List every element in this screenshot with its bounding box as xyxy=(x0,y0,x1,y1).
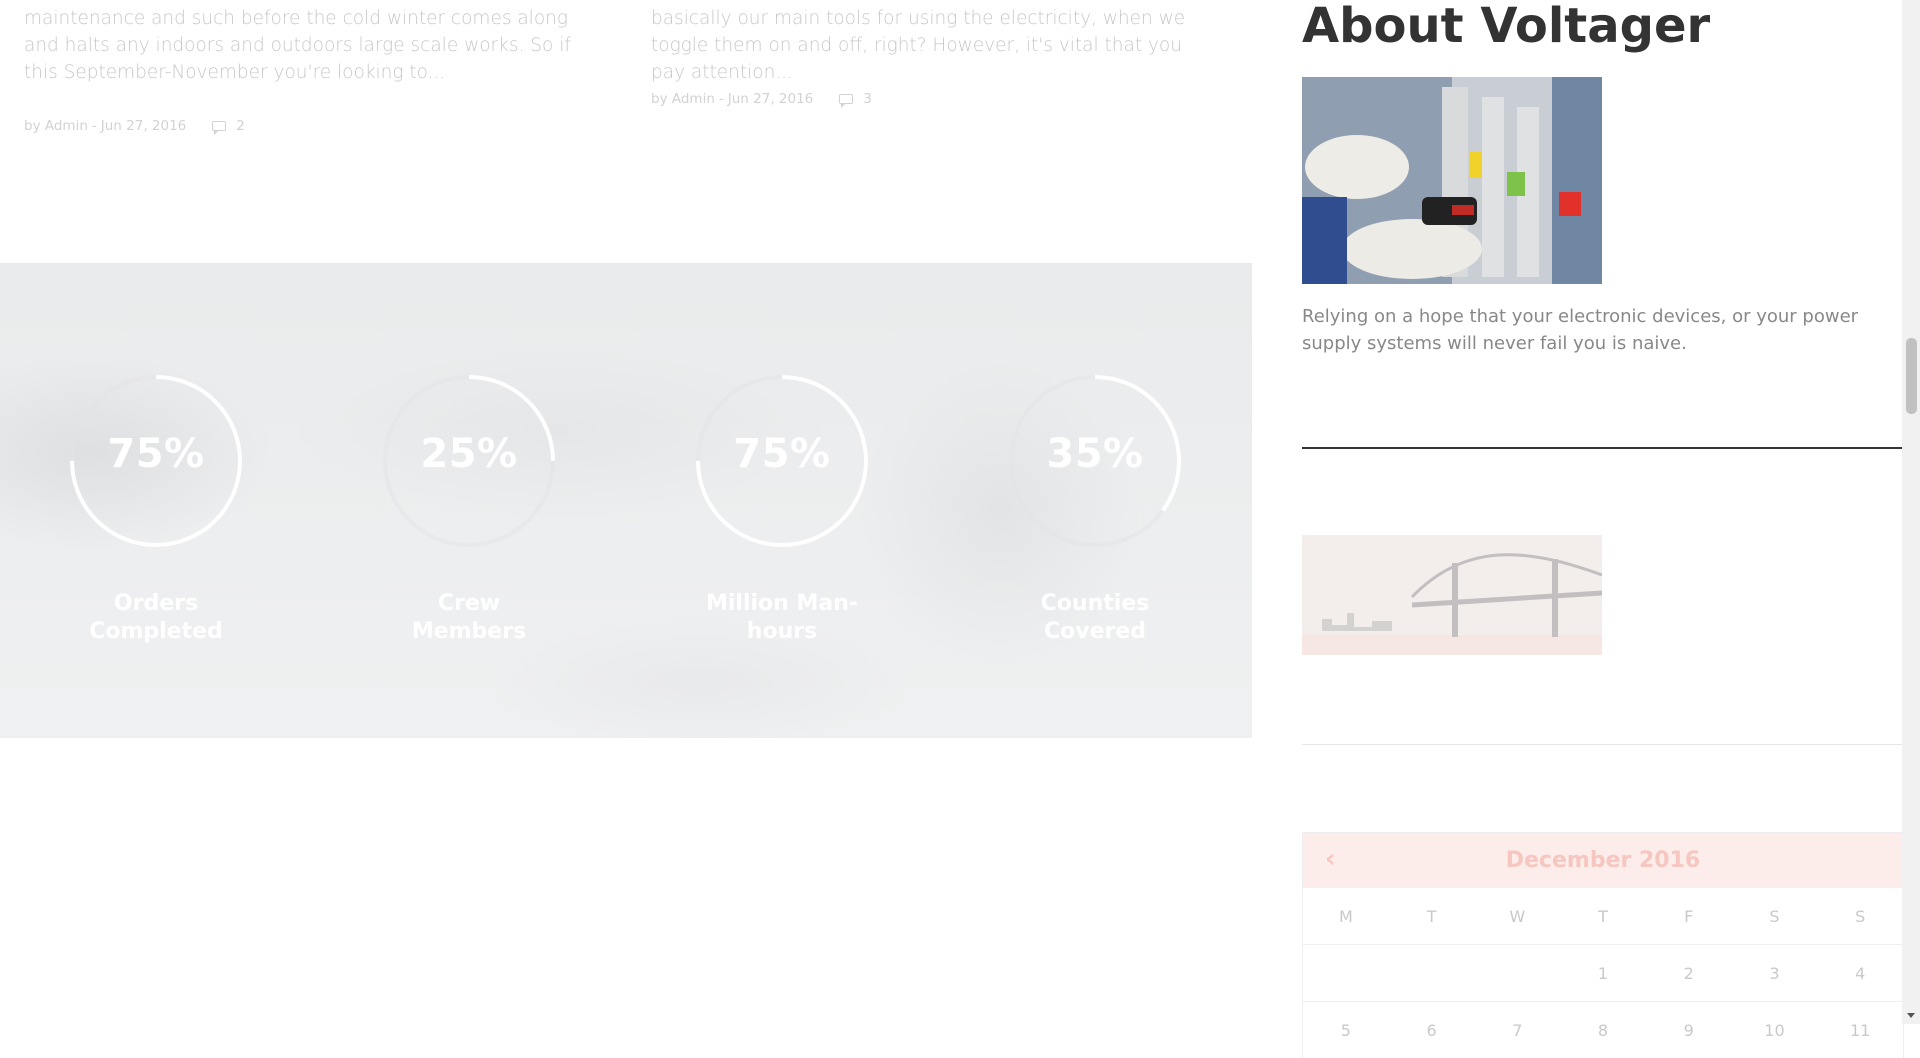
blog-post: basically our main tools for using the e… xyxy=(651,0,1191,108)
sidebar-divider xyxy=(1302,447,1903,449)
calendar-day: 1 xyxy=(1597,963,1609,983)
weekday-label: T xyxy=(1598,906,1608,926)
counter-label: Crew Members xyxy=(411,591,527,644)
scrollbar-thumb[interactable] xyxy=(1906,338,1917,414)
post-excerpt: basically our main tools for using the e… xyxy=(651,8,1186,83)
calendar-day: 4 xyxy=(1855,963,1866,983)
calendar-week-row: 1 2 3 4 xyxy=(1303,944,1903,1001)
comment-icon xyxy=(212,121,227,135)
calendar-day: 3 xyxy=(1769,963,1780,983)
calendar-day-empty xyxy=(1303,945,1389,1001)
post-date[interactable]: Jun 27, 2016 xyxy=(101,118,187,134)
counter-label: Orders Completed xyxy=(89,591,223,644)
comment-icon xyxy=(839,94,854,108)
post-comment-count[interactable]: 2 xyxy=(236,118,245,134)
counter-value: 75% xyxy=(107,431,205,477)
meta-separator: - xyxy=(718,91,724,107)
weekday-label: S xyxy=(1855,906,1866,926)
calendar-month-title: December 2016 xyxy=(1505,847,1701,873)
calendar-day: 2 xyxy=(1683,963,1694,983)
counter-value: 25% xyxy=(420,431,518,477)
calendar-day: 5 xyxy=(1340,1020,1351,1040)
sidebar-divider xyxy=(1302,744,1903,745)
calendar-prev-month-icon[interactable]: ‹ xyxy=(1325,833,1336,887)
post-author[interactable]: by Admin xyxy=(24,118,88,134)
calendar-day: 6 xyxy=(1426,1020,1437,1040)
post-author[interactable]: by Admin xyxy=(651,91,715,107)
sidebar-image-bridge xyxy=(1302,535,1602,655)
weekday-label: W xyxy=(1509,906,1526,926)
post-comment-count[interactable]: 3 xyxy=(863,91,872,107)
counter-value: 35% xyxy=(1046,431,1144,477)
calendar-header: ‹ December 2016 xyxy=(1303,833,1903,887)
calendar-day: 9 xyxy=(1683,1020,1694,1040)
calendar-widget: ‹ December 2016 M T W T F S S 1 2 3 4 5 … xyxy=(1302,832,1904,1058)
blog-post: maintenance and such before the cold win… xyxy=(24,0,584,135)
calendar-weekday-row: M T W T F S S xyxy=(1303,887,1903,944)
post-excerpt: maintenance and such before the cold win… xyxy=(24,8,571,83)
calendar-day: 10 xyxy=(1764,1020,1785,1040)
bridge-skyline-illustration xyxy=(1302,535,1602,655)
page-scrollbar[interactable] xyxy=(1902,0,1920,1024)
calendar-day: 11 xyxy=(1849,1020,1871,1040)
counters-section: 75% Orders Completed 25% Crew Members 75… xyxy=(0,263,1252,738)
calendar-day: 8 xyxy=(1597,1020,1609,1040)
scroll-down-arrow-icon[interactable] xyxy=(1907,1013,1915,1018)
weekday-label: S xyxy=(1769,906,1780,926)
about-image-electrician xyxy=(1302,77,1602,284)
counter-value: 75% xyxy=(733,431,831,477)
post-date[interactable]: Jun 27, 2016 xyxy=(728,91,814,107)
about-widget-title: About Voltager xyxy=(1302,0,1711,54)
about-description: Relying on a hope that your electronic d… xyxy=(1302,306,1859,354)
calendar-day-empty xyxy=(1389,945,1475,1001)
weekday-label: M xyxy=(1338,906,1353,926)
weekday-label: F xyxy=(1684,906,1694,926)
calendar-day: 7 xyxy=(1512,1020,1523,1040)
counter-label: Counties Covered xyxy=(1040,591,1150,644)
calendar-week-row: 5 6 7 8 9 10 11 xyxy=(1303,1001,1903,1058)
meta-separator: - xyxy=(91,118,97,134)
calendar-day-empty xyxy=(1474,945,1560,1001)
electrician-illustration xyxy=(1302,77,1602,284)
post-meta: by Admin - Jun 27, 2016 3 xyxy=(651,91,872,108)
weekday-label: T xyxy=(1426,906,1437,926)
counter-label: Million Man-hours xyxy=(705,591,859,644)
post-meta: by Admin - Jun 27, 2016 2 xyxy=(24,118,245,135)
